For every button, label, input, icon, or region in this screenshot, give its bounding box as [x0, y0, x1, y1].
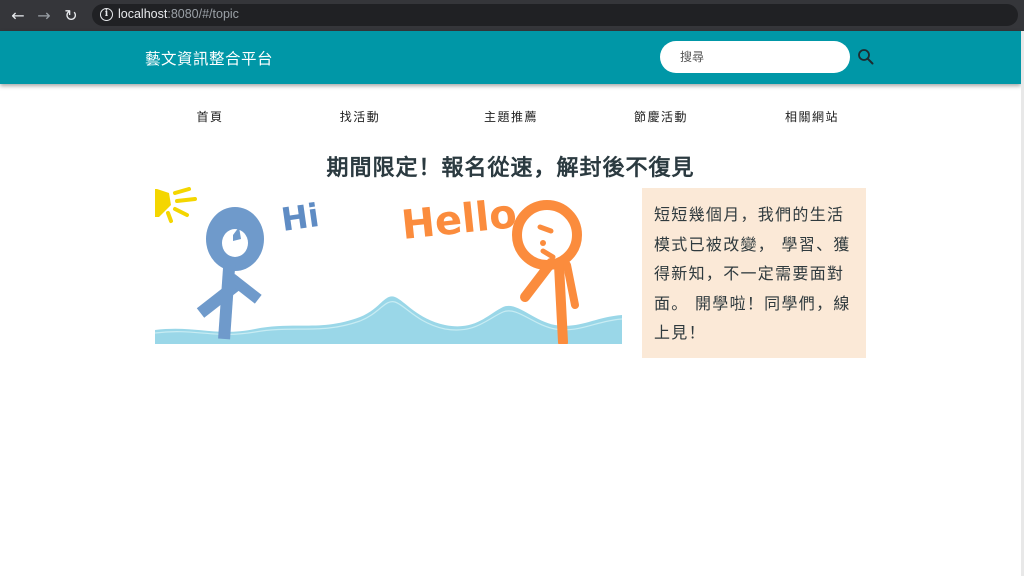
reload-icon[interactable]: ↻: [61, 6, 81, 26]
hello-text: Hello: [399, 191, 519, 249]
search-icon[interactable]: [857, 48, 875, 66]
banner-illustration: Hi Hello: [155, 187, 622, 344]
forward-icon[interactable]: →: [34, 6, 54, 26]
intro-card: 短短幾個月，我們的生活模式已被改變， 學習、獲得新知，不一定需要面對面。 開學啦…: [642, 188, 866, 358]
main-nav: 首頁 找活動 主題推薦 節慶活動 相關網站: [0, 108, 1021, 128]
nav-item-find-events[interactable]: 找活動: [340, 108, 381, 125]
sun-icon: [155, 187, 197, 223]
browser-toolbar: ← → ↻ i localhost:8080/#/topic: [0, 0, 1024, 31]
page-title: 期間限定！報名從速，解封後不復見: [326, 156, 695, 181]
back-icon[interactable]: ←: [8, 6, 28, 26]
site-title[interactable]: 藝文資訊整合平台: [145, 47, 273, 69]
nav-item-related-sites[interactable]: 相關網站: [785, 108, 839, 125]
url-path: :8080/#/topic: [167, 7, 239, 21]
address-url[interactable]: localhost:8080/#/topic: [118, 7, 239, 21]
nav-item-topics[interactable]: 主題推薦: [484, 108, 538, 125]
nav-item-home[interactable]: 首頁: [196, 108, 223, 125]
url-host: localhost: [118, 7, 168, 21]
app-header: 藝文資訊整合平台: [0, 31, 1021, 84]
site-info-icon[interactable]: i: [100, 8, 113, 21]
blue-figure-drawing: [196, 207, 264, 340]
intro-text: 短短幾個月，我們的生活模式已被改變， 學習、獲得新知，不一定需要面對面。 開學啦…: [654, 205, 851, 342]
nav-item-festivals[interactable]: 節慶活動: [634, 108, 688, 125]
search-input[interactable]: [660, 41, 850, 73]
hi-text: Hi: [279, 196, 322, 239]
address-bar[interactable]: i localhost:8080/#/topic: [92, 4, 1018, 26]
